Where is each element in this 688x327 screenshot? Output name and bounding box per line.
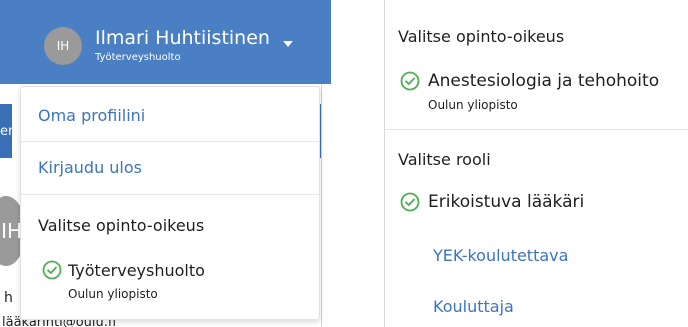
study-right-heading: Valitse opinto-oikeus (38, 216, 205, 235)
user-name[interactable]: Ilmari Huhtiistinen (95, 27, 270, 49)
left-panel: IH Ilmari Huhtiistinen Työterveyshuolto … (0, 0, 331, 327)
study-right-option[interactable]: Työterveyshuolto (68, 261, 205, 280)
right-panel: Valitse opinto-oikeus Anestesiologia ja … (384, 0, 688, 327)
user-organization: Työterveyshuolto (95, 52, 181, 63)
background-divider (321, 84, 322, 327)
chevron-down-icon[interactable] (283, 41, 293, 47)
check-circle-icon (42, 260, 62, 280)
study-right-option[interactable]: Anestesiologia ja tehohoito (428, 71, 659, 91)
check-circle-icon (400, 71, 420, 91)
role-option-trainer[interactable]: Kouluttaja (433, 297, 514, 316)
user-dropdown-menu: Oma profiilini Kirjaudu ulos Valitse opi… (20, 86, 320, 320)
background-tab-label: en (0, 124, 17, 139)
study-right-university: Oulun yliopisto (68, 287, 158, 301)
divider (385, 129, 688, 130)
avatar[interactable]: IH (44, 27, 82, 65)
background-text: h (4, 290, 13, 306)
menu-item-logout[interactable]: Kirjaudu ulos (38, 158, 142, 177)
divider (21, 141, 319, 142)
role-heading: Valitse rooli (398, 150, 491, 169)
menu-item-my-profile[interactable]: Oma profiilini (38, 106, 145, 125)
app-header: IH Ilmari Huhtiistinen Työterveyshuolto (0, 0, 331, 84)
divider (21, 194, 319, 195)
check-circle-icon (400, 192, 420, 212)
study-right-university: Oulun yliopisto (428, 98, 518, 112)
role-option-specializing-doctor[interactable]: Erikoistuva lääkäri (428, 192, 584, 212)
study-right-heading: Valitse opinto-oikeus (398, 27, 565, 46)
role-option-yek-trainee[interactable]: YEK-koulutettava (433, 246, 568, 265)
